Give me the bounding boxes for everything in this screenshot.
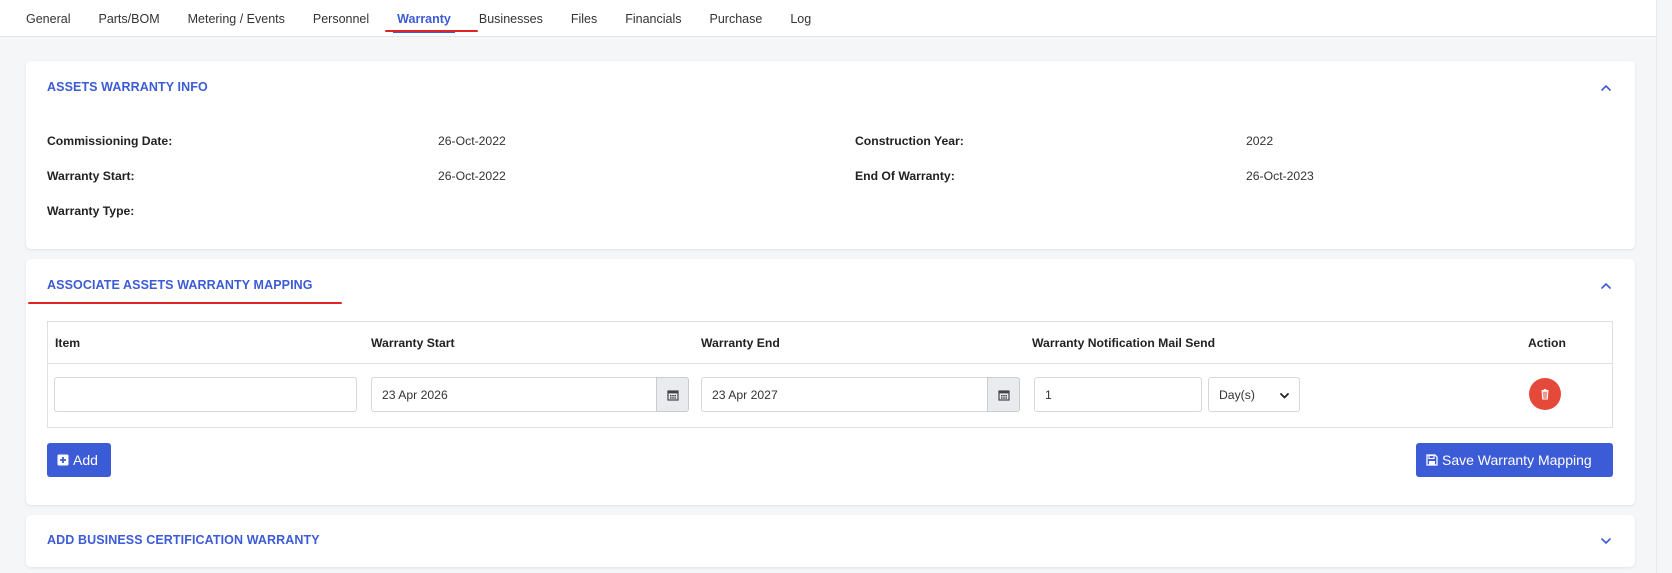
column-header-warranty-end: Warranty End — [701, 336, 780, 350]
calendar-icon — [997, 389, 1010, 401]
warranty-start-date-input[interactable]: 23 Apr 2026 — [371, 377, 657, 412]
item-input[interactable] — [54, 377, 357, 412]
tab-metering-events[interactable]: Metering / Events — [188, 0, 285, 37]
commissioning-date-label: Commissioning Date: — [47, 134, 173, 148]
save-icon — [1426, 454, 1438, 466]
chevron-down-icon — [1280, 393, 1289, 399]
warranty-mapping-title[interactable]: ASSOCIATE ASSETS WARRANTY MAPPING — [47, 278, 313, 292]
assets-warranty-info-title[interactable]: ASSETS WARRANTY INFO — [47, 80, 208, 94]
chevron-down-icon[interactable] — [1599, 534, 1613, 548]
chevron-up-icon[interactable] — [1599, 81, 1613, 95]
column-header-notification: Warranty Notification Mail Send — [1032, 336, 1216, 350]
tab-files[interactable]: Files — [571, 0, 597, 37]
tab-log[interactable]: Log — [790, 0, 811, 37]
business-certification-card: ADD BUSINESS CERTIFICATION WARRANTY — [26, 515, 1635, 567]
warranty-type-label: Warranty Type: — [47, 204, 135, 218]
column-header-item: Item — [55, 336, 81, 350]
tab-general[interactable]: General — [26, 0, 70, 37]
warranty-start-value: 26-Oct-2022 — [438, 169, 506, 183]
warranty-start-calendar-button[interactable] — [656, 377, 689, 412]
notification-unit-select[interactable]: Day(s) — [1208, 377, 1300, 412]
tab-purchase[interactable]: Purchase — [710, 0, 763, 37]
end-of-warranty-value: 26-Oct-2023 — [1246, 169, 1314, 183]
end-of-warranty-label: End Of Warranty: — [855, 169, 955, 183]
tab-bar: General Parts/BOM Metering / Events Pers… — [0, 0, 1672, 37]
warranty-end-date-input[interactable]: 23 Apr 2027 — [701, 377, 988, 412]
tab-parts-bom[interactable]: Parts/BOM — [98, 0, 159, 37]
save-warranty-mapping-button[interactable]: Save Warranty Mapping — [1416, 443, 1613, 477]
warranty-mapping-table: Item Warranty Start Warranty End Warrant… — [47, 321, 1613, 428]
mapping-title-highlight — [28, 302, 342, 304]
save-warranty-mapping-label: Save Warranty Mapping — [1442, 452, 1592, 468]
construction-year-label: Construction Year: — [855, 134, 964, 148]
add-row-label: Add — [73, 452, 98, 468]
warranty-mapping-card: ASSOCIATE ASSETS WARRANTY MAPPING Item W… — [26, 259, 1635, 505]
add-row-button[interactable]: Add — [47, 443, 111, 477]
page-scrollbar[interactable] — [1656, 0, 1672, 573]
plus-square-icon — [57, 454, 69, 466]
trash-icon — [1541, 389, 1549, 400]
warranty-tab-highlight — [385, 30, 478, 32]
warranty-start-label: Warranty Start: — [47, 169, 135, 183]
delete-row-button[interactable] — [1529, 378, 1561, 410]
notification-unit-selected: Day(s) — [1219, 388, 1255, 402]
assets-warranty-info-card: ASSETS WARRANTY INFO Commissioning Date:… — [26, 61, 1635, 249]
table-header-divider — [48, 363, 1612, 364]
construction-year-value: 2022 — [1246, 134, 1274, 148]
column-header-warranty-start: Warranty Start — [371, 336, 455, 350]
chevron-up-icon[interactable] — [1599, 279, 1613, 293]
warranty-end-calendar-button[interactable] — [987, 377, 1020, 412]
tab-financials[interactable]: Financials — [625, 0, 681, 37]
commissioning-date-value: 26-Oct-2022 — [438, 134, 506, 148]
tab-businesses[interactable]: Businesses — [479, 0, 543, 37]
business-certification-title[interactable]: ADD BUSINESS CERTIFICATION WARRANTY — [47, 533, 320, 547]
column-header-action: Action — [1528, 336, 1566, 350]
notification-value-input[interactable]: 1 — [1034, 377, 1202, 412]
calendar-icon — [666, 389, 679, 401]
tab-personnel[interactable]: Personnel — [313, 0, 369, 37]
